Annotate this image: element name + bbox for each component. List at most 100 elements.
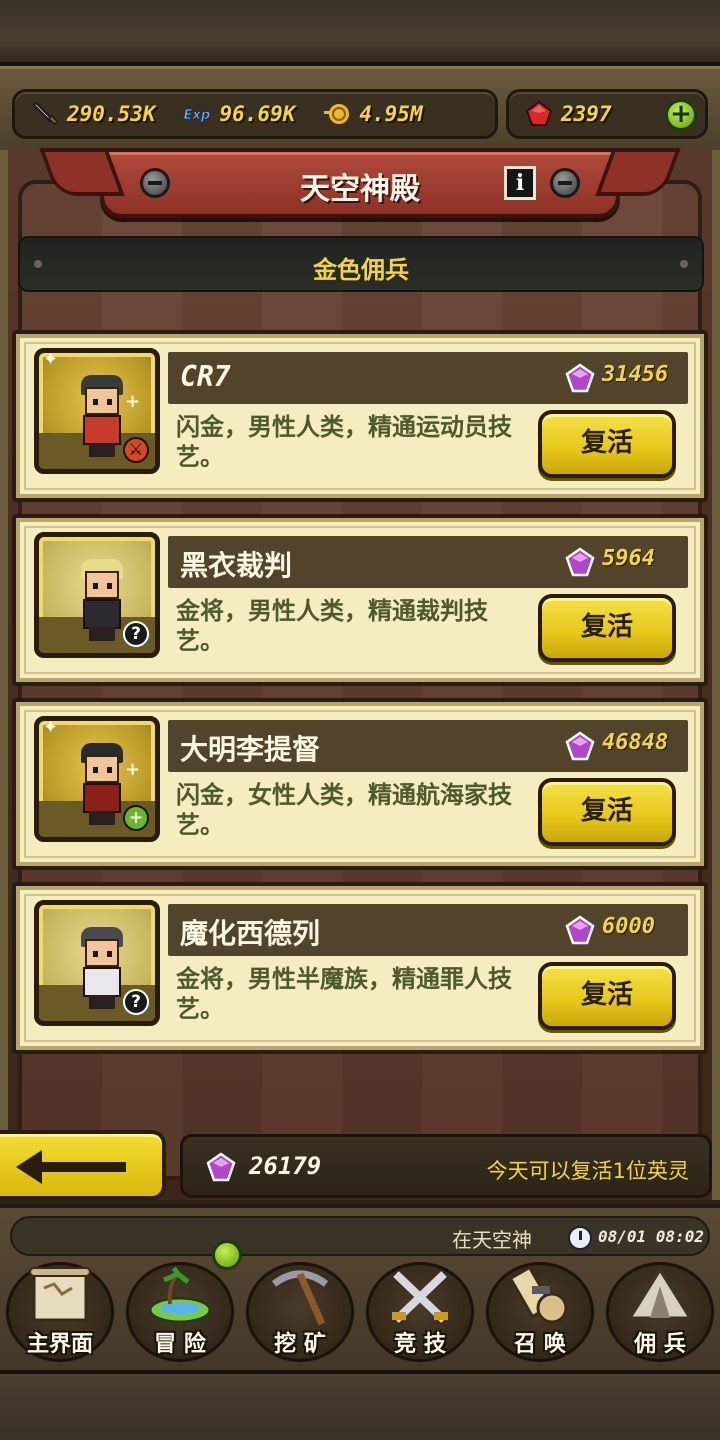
name-bar: 魔化西德列 6000 bbox=[168, 904, 688, 956]
island-icon bbox=[148, 1266, 212, 1324]
revive-button[interactable]: 复活 bbox=[538, 594, 676, 662]
crossed-swords-icon bbox=[392, 1271, 448, 1323]
purple-gem-icon bbox=[565, 363, 595, 393]
sparkle-icon: ✦ bbox=[43, 717, 59, 738]
hero-legs bbox=[89, 995, 115, 1009]
clock-icon bbox=[568, 1226, 592, 1250]
revive-button[interactable]: 复活 bbox=[538, 410, 676, 478]
title-banner: 天空神殿 i bbox=[100, 148, 620, 218]
hero-sprite bbox=[77, 927, 127, 1011]
hero-description: 金将，男性人类，精通裁判技艺。 bbox=[176, 597, 488, 655]
svg-text:Exp: Exp bbox=[183, 108, 210, 123]
hero-card: ? 黑衣裁判 5964 金将，男性人类，精通裁判技艺。 复活 bbox=[12, 514, 708, 686]
sparkle-icon: + bbox=[125, 759, 141, 780]
hero-face bbox=[85, 755, 119, 783]
hero-sprite bbox=[77, 743, 127, 827]
revive-limit-note: 今天可以复活1位英灵 bbox=[486, 1159, 689, 1183]
bolt-icon bbox=[550, 168, 580, 198]
hero-legs bbox=[89, 627, 115, 641]
sparkle-icon: + bbox=[125, 391, 141, 412]
bottom-map-background bbox=[0, 1370, 720, 1440]
hero-name: 黑衣裁判 bbox=[180, 549, 293, 582]
hero-card: ✦ + ⚔ CR7 31456 闪金，男性人类，精通运动员技艺。 复活 bbox=[12, 330, 708, 502]
hero-description: 闪金，男性人类，精通运动员技艺。 bbox=[176, 413, 512, 471]
hero-outfit bbox=[83, 415, 121, 445]
name-bar: 大明李提督 46848 bbox=[168, 720, 688, 772]
sparkle-icon: ✦ bbox=[43, 349, 59, 370]
question-icon: ? bbox=[123, 989, 149, 1015]
hero-legs bbox=[89, 811, 115, 825]
hero-eye bbox=[93, 399, 98, 405]
resource-group-gems: 2397 + bbox=[506, 89, 708, 139]
revive-button[interactable]: 复活 bbox=[538, 962, 676, 1030]
gem-value: 2397 bbox=[561, 102, 612, 126]
revive-cost: 46848 bbox=[602, 730, 669, 755]
sword-icon: ⚔ bbox=[123, 437, 149, 463]
gold-coin-icon bbox=[321, 98, 353, 130]
hero-portrait[interactable]: ? bbox=[34, 532, 160, 658]
pickaxe-icon bbox=[271, 1270, 329, 1326]
gem-balance: 26179 bbox=[249, 1152, 322, 1180]
hero-portrait[interactable]: ? bbox=[34, 900, 160, 1026]
section-title: 金色佣兵 bbox=[313, 256, 409, 284]
page-title: 天空神殿 bbox=[300, 172, 420, 207]
datetime-text: 08/01 08:02 bbox=[598, 1227, 704, 1246]
map-scroll-icon bbox=[29, 1267, 91, 1322]
nav-mercenary[interactable]: 佣 兵 bbox=[602, 1256, 718, 1362]
question-icon: ? bbox=[123, 621, 149, 647]
purple-gem-icon bbox=[565, 731, 595, 761]
nav-mining[interactable]: 挖 矿 bbox=[242, 1256, 358, 1362]
exp-icon: Exp bbox=[182, 98, 214, 130]
hero-eye bbox=[107, 583, 112, 589]
hero-portrait[interactable]: ✦ + + bbox=[34, 716, 160, 842]
nav-label: 挖 矿 bbox=[274, 1332, 326, 1357]
attack-value: 290.53K bbox=[67, 102, 156, 126]
plus-icon: + bbox=[670, 99, 692, 129]
nav-label: 冒 险 bbox=[154, 1332, 206, 1357]
bottom-nav: 主界面 冒 险 挖 矿 竞 技 召 唤 佣 兵 bbox=[0, 1240, 720, 1366]
gold-value: 4.95M bbox=[359, 102, 423, 126]
hero-eye bbox=[93, 767, 98, 773]
info-button[interactable]: i bbox=[504, 166, 536, 200]
back-button[interactable] bbox=[0, 1130, 166, 1200]
hero-eye bbox=[107, 399, 112, 405]
nav-adventure[interactable]: 冒 险 bbox=[122, 1240, 242, 1362]
hero-legs bbox=[89, 443, 115, 457]
purple-gem-icon bbox=[565, 915, 595, 945]
name-bar: 黑衣裁判 5964 bbox=[168, 536, 688, 588]
revive-button[interactable]: 复活 bbox=[538, 778, 676, 846]
location-text: 在天空神 bbox=[452, 1228, 532, 1252]
nav-summon[interactable]: 召 唤 bbox=[482, 1256, 598, 1362]
hero-outfit bbox=[83, 599, 121, 629]
resource-group-main: 290.53K Exp 96.69K 4.95M bbox=[12, 89, 498, 139]
plus-icon: + bbox=[123, 805, 149, 831]
notification-dot-icon bbox=[212, 1240, 242, 1270]
ruby-icon bbox=[523, 98, 555, 130]
hero-sprite bbox=[77, 375, 127, 459]
hero-description: 金将，男性半魔族，精通罪人技艺。 bbox=[176, 965, 512, 1023]
name-bar: CR7 31456 bbox=[168, 352, 688, 404]
nav-main[interactable]: 主界面 bbox=[2, 1256, 118, 1362]
hero-face bbox=[85, 571, 119, 599]
hero-outfit bbox=[83, 783, 121, 813]
hero-description: 闪金，女性人类，精通航海家技艺。 bbox=[176, 781, 512, 839]
hero-portrait[interactable]: ✦ + ⚔ bbox=[34, 348, 160, 474]
arrow-shaft bbox=[34, 1162, 126, 1172]
hero-name: CR7 bbox=[180, 360, 231, 393]
revive-cost: 31456 bbox=[602, 362, 669, 387]
hero-outfit bbox=[83, 967, 121, 997]
gold-resource: 4.95M bbox=[321, 98, 423, 130]
hero-name: 魔化西德列 bbox=[180, 917, 321, 950]
section-header: 金色佣兵 bbox=[18, 236, 704, 292]
add-gems-button[interactable]: + bbox=[665, 99, 697, 131]
purple-gem-icon bbox=[565, 547, 595, 577]
revive-cost: 5964 bbox=[602, 546, 655, 571]
summon-scroll-icon bbox=[508, 1265, 568, 1324]
gem-balance-bar: 26179 今天可以复活1位英灵 bbox=[180, 1134, 712, 1198]
nav-arena[interactable]: 竞 技 bbox=[362, 1256, 478, 1362]
hero-name: 大明李提督 bbox=[180, 733, 321, 766]
hero-eye bbox=[107, 767, 112, 773]
hero-card: ? 魔化西德列 6000 金将，男性半魔族，精通罪人技艺。 复活 bbox=[12, 882, 708, 1054]
nav-label: 竞 技 bbox=[394, 1332, 446, 1357]
top-map-background bbox=[0, 0, 720, 66]
